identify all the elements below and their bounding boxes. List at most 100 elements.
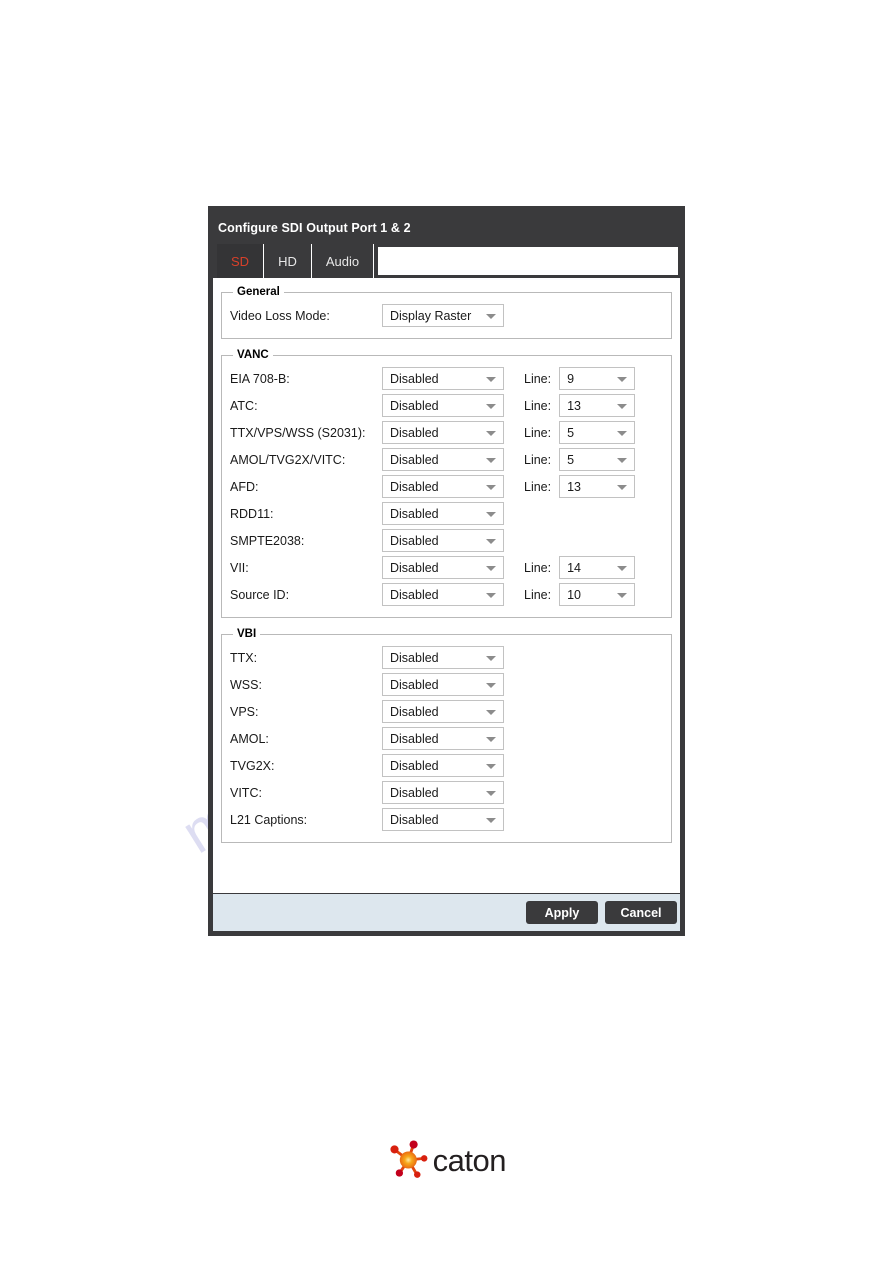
vbi-group: VBI TTX: Disabled WSS: Disabled VPS: Dis… xyxy=(221,628,672,843)
label-rdd11: RDD11: xyxy=(230,506,274,521)
label-vitc: VITC: xyxy=(230,785,262,800)
select-atc[interactable]: Disabled xyxy=(382,394,504,417)
label-line-atc: Line: xyxy=(524,398,552,413)
chevron-down-icon xyxy=(617,430,628,436)
select-line-vii[interactable]: 14 xyxy=(559,556,636,579)
select-source-id-value: Disabled xyxy=(390,587,439,602)
select-amol-tvg2x-vitc[interactable]: Disabled xyxy=(382,448,504,471)
chevron-down-icon xyxy=(617,376,628,382)
select-vii[interactable]: Disabled xyxy=(382,556,504,579)
label-ttx-vps-wss: TTX/VPS/WSS (S2031): xyxy=(230,425,366,440)
select-ttx-value: Disabled xyxy=(390,650,439,665)
select-eia-708-b[interactable]: Disabled xyxy=(382,367,504,390)
select-video-loss-mode-value: Display Raster xyxy=(390,308,472,323)
chevron-down-icon xyxy=(486,763,496,769)
select-line-afd[interactable]: 13 xyxy=(559,475,636,498)
select-vps-value: Disabled xyxy=(390,704,439,719)
row-atc: ATC: Disabled Line: 13 xyxy=(230,392,663,419)
row-rdd11: RDD11: Disabled xyxy=(230,500,663,527)
label-amol-tvg2x-vitc: AMOL/TVG2X/VITC: xyxy=(230,452,346,467)
chevron-down-icon xyxy=(486,565,496,571)
row-tvg2x: TVG2X: Disabled xyxy=(230,752,663,779)
chevron-down-icon xyxy=(617,403,628,409)
select-line-amol-tvg2x-vitc-value: 5 xyxy=(567,452,575,467)
select-line-source-id[interactable]: 10 xyxy=(559,583,636,606)
select-wss-value: Disabled xyxy=(390,677,439,692)
select-line-atc[interactable]: 13 xyxy=(559,394,636,417)
select-line-source-id-value: 10 xyxy=(567,587,582,602)
tab-bar: SD HD Audio xyxy=(213,244,680,278)
select-tvg2x[interactable]: Disabled xyxy=(382,754,504,777)
chevron-down-icon xyxy=(617,592,628,598)
label-line-source-id: Line: xyxy=(524,587,552,602)
row-ttx-vps-wss: TTX/VPS/WSS (S2031): Disabled Line: 5 xyxy=(230,419,663,446)
select-afd[interactable]: Disabled xyxy=(382,475,504,498)
label-tvg2x: TVG2X: xyxy=(230,758,275,773)
cancel-button[interactable]: Cancel xyxy=(605,901,677,924)
label-ttx: TTX: xyxy=(230,650,258,665)
vanc-group: VANC EIA 708-B: Disabled Line: 9 ATC: Di… xyxy=(221,349,672,618)
select-l21-captions[interactable]: Disabled xyxy=(382,808,504,831)
chevron-down-icon xyxy=(486,511,496,517)
select-smpte2038[interactable]: Disabled xyxy=(382,529,504,552)
general-group-legend: General xyxy=(237,286,280,298)
chevron-down-icon xyxy=(486,736,496,742)
row-vitc: VITC: Disabled xyxy=(230,779,663,806)
row-afd: AFD: Disabled Line: 13 xyxy=(230,473,663,500)
label-source-id: Source ID: xyxy=(230,587,290,602)
label-eia-708-b: EIA 708-B: xyxy=(230,371,290,386)
select-line-eia-708-b[interactable]: 9 xyxy=(559,367,636,390)
select-ttx-vps-wss-value: Disabled xyxy=(390,425,439,440)
label-smpte2038: SMPTE2038: xyxy=(230,533,305,548)
label-line-amol-tvg2x-vitc: Line: xyxy=(524,452,552,467)
select-ttx[interactable]: Disabled xyxy=(382,646,504,669)
select-video-loss-mode[interactable]: Display Raster xyxy=(382,304,504,327)
select-rdd11-value: Disabled xyxy=(390,506,439,521)
select-source-id[interactable]: Disabled xyxy=(382,583,504,606)
label-line-vii: Line: xyxy=(524,560,552,575)
row-wss: WSS: Disabled xyxy=(230,671,663,698)
chevron-down-icon xyxy=(617,484,628,490)
chevron-down-icon xyxy=(486,403,496,409)
chevron-down-icon xyxy=(486,457,496,463)
chevron-down-icon xyxy=(486,817,496,823)
tab-audio[interactable]: Audio xyxy=(312,244,375,278)
select-line-amol-tvg2x-vitc[interactable]: 5 xyxy=(559,448,636,471)
tab-hd[interactable]: HD xyxy=(264,244,312,278)
select-rdd11[interactable]: Disabled xyxy=(382,502,504,525)
chevron-down-icon xyxy=(486,682,496,688)
chevron-down-icon xyxy=(486,790,496,796)
label-wss: WSS: xyxy=(230,677,262,692)
select-amol-value: Disabled xyxy=(390,731,439,746)
select-atc-value: Disabled xyxy=(390,398,439,413)
select-vitc-value: Disabled xyxy=(390,785,439,800)
select-vps[interactable]: Disabled xyxy=(382,700,504,723)
caton-logo: caton xyxy=(388,1137,507,1183)
caton-molecule-icon xyxy=(390,1140,428,1178)
select-wss[interactable]: Disabled xyxy=(382,673,504,696)
label-line-eia-708-b: Line: xyxy=(524,371,552,386)
vbi-group-legend: VBI xyxy=(237,628,257,640)
row-amol-tvg2x-vitc: AMOL/TVG2X/VITC: Disabled Line: 5 xyxy=(230,446,663,473)
select-smpte2038-value: Disabled xyxy=(390,533,439,548)
select-amol[interactable]: Disabled xyxy=(382,727,504,750)
select-line-ttx-vps-wss[interactable]: 5 xyxy=(559,421,636,444)
label-line-ttx-vps-wss: Line: xyxy=(524,425,552,440)
configure-sdi-output-dialog: Configure SDI Output Port 1 & 2 SD HD Au… xyxy=(208,206,685,936)
tab-sd[interactable]: SD xyxy=(217,244,265,278)
chevron-down-icon xyxy=(486,376,496,382)
label-video-loss-mode: Video Loss Mode: xyxy=(230,308,330,323)
select-ttx-vps-wss[interactable]: Disabled xyxy=(382,421,504,444)
select-vitc[interactable]: Disabled xyxy=(382,781,504,804)
caton-wordmark: caton xyxy=(432,1142,507,1178)
select-tvg2x-value: Disabled xyxy=(390,758,439,773)
chevron-down-icon xyxy=(486,538,496,544)
chevron-down-icon xyxy=(617,565,628,571)
select-eia-708-b-value: Disabled xyxy=(390,371,439,386)
row-eia-708-b: EIA 708-B: Disabled Line: 9 xyxy=(230,365,663,392)
label-vps: VPS: xyxy=(230,704,259,719)
chevron-down-icon xyxy=(486,430,496,436)
apply-button[interactable]: Apply xyxy=(526,901,598,924)
tab-hd-label: HD xyxy=(278,253,297,269)
